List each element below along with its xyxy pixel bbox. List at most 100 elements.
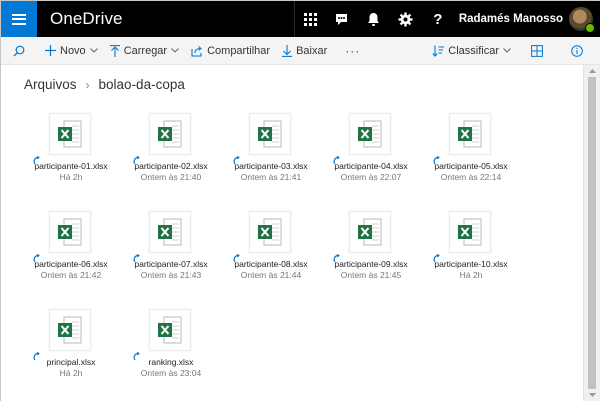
bell-icon [368,12,380,26]
file-name[interactable]: participante-10.xlsx [421,259,521,269]
top-header: OneDrive ? Radamés Manosso [1,1,600,37]
scroll-down-icon [588,393,596,397]
info-icon [571,44,583,57]
file-tile[interactable]: participante-06.xlsx Ontem às 21:42 [21,207,121,305]
search-icon [13,45,25,56]
more-button[interactable]: ··· [333,37,372,65]
file-grid: participante-01.xlsx Há 2h participante-02… [21,109,561,401]
upload-icon [109,44,120,57]
upload-label: Carregar [123,44,168,57]
file-name[interactable]: participante-07.xlsx [121,259,221,269]
file-modified: Ontem às 21:40 [140,172,202,182]
file-tile[interactable]: participante-05.xlsx Ontem às 22:14 [421,109,521,207]
excel-file-thumbnail [49,211,91,253]
file-name[interactable]: participante-02.xlsx [121,161,221,171]
file-modified: Ontem às 21:44 [240,270,302,280]
excel-file-thumbnail [149,211,191,253]
presence-badge [585,23,595,33]
sort-icon [432,45,445,57]
new-button[interactable]: Novo [39,37,104,65]
plus-icon [45,45,56,56]
command-bar: Novo Carregar Compartilhar Baixar ··· Cl… [1,37,600,65]
file-tile[interactable]: participante-02.xlsx Ontem às 21:40 [121,109,221,207]
info-button[interactable] [561,37,600,65]
settings-button[interactable] [390,1,422,37]
download-button[interactable]: Baixar [276,37,333,65]
scroll-down-arrow[interactable] [584,389,600,401]
user-name[interactable]: Radamés Manosso [459,13,563,25]
file-name[interactable]: participante-09.xlsx [321,259,421,269]
file-tile[interactable]: participante-09.xlsx Ontem às 21:45 [321,207,421,305]
file-modified: Ontem às 21:45 [340,270,402,280]
app-launcher-button[interactable] [1,1,37,37]
excel-file-thumbnail [49,113,91,155]
notifications-button[interactable] [358,1,390,37]
file-modified: Há 2h [59,172,83,182]
file-name[interactable]: participante-05.xlsx [421,161,521,171]
chevron-down-icon [89,48,98,53]
hamburger-icon [12,13,26,25]
excel-file-thumbnail [149,309,191,351]
excel-file-icon [158,218,182,246]
file-modified: Ontem às 23:04 [140,368,202,378]
excel-file-icon [458,218,482,246]
excel-file-icon [58,218,82,246]
excel-file-thumbnail [349,211,391,253]
gear-icon [398,12,413,26]
files-content: Arquivos › bolao-da-copa participante-01… [1,65,583,401]
file-tile[interactable]: participante-10.xlsx Há 2h [421,207,521,305]
app-title[interactable]: OneDrive [50,9,123,29]
share-icon [191,45,202,57]
breadcrumb-separator: › [85,77,90,92]
file-tile[interactable]: principal.xlsx Há 2h [21,305,121,401]
file-name[interactable]: ranking.xlsx [121,357,221,367]
sort-button[interactable]: Classificar [426,37,517,65]
share-label: Compartilhar [207,44,271,57]
file-name[interactable]: participante-01.xlsx [21,161,121,171]
excel-file-icon [158,120,182,148]
file-name[interactable]: participante-04.xlsx [321,161,421,171]
search-button[interactable] [1,37,39,65]
view-switch-button[interactable] [517,37,561,65]
download-label: Baixar [296,44,328,57]
excel-file-thumbnail [349,113,391,155]
app-launcher-grid-button[interactable] [293,1,326,37]
file-name[interactable]: participante-03.xlsx [221,161,321,171]
scrollbar[interactable] [583,65,600,401]
app-launcher-icon [303,12,317,26]
file-tile[interactable]: participante-01.xlsx Há 2h [21,109,121,207]
file-tile[interactable]: participante-04.xlsx Ontem às 22:07 [321,109,421,207]
excel-file-thumbnail [249,211,291,253]
scroll-up-arrow[interactable] [584,65,600,77]
help-button[interactable]: ? [422,1,454,37]
file-tile[interactable]: participante-03.xlsx Ontem às 21:41 [221,109,321,207]
file-modified: Há 2h [59,368,83,378]
chevron-down-icon [503,48,511,53]
upload-button[interactable]: Carregar [104,37,185,65]
excel-file-thumbnail [149,113,191,155]
file-name[interactable]: participante-06.xlsx [21,259,121,269]
file-modified: Há 2h [459,270,483,280]
excel-file-icon [458,120,482,148]
file-modified: Ontem às 21:43 [140,270,202,280]
excel-file-icon [258,218,282,246]
scroll-up-icon [588,69,596,73]
scrollbar-thumb[interactable] [588,77,596,389]
feedback-button[interactable] [326,1,358,37]
file-tile[interactable]: ranking.xlsx Ontem às 23:04 [121,305,221,401]
feedback-icon [336,13,348,25]
avatar[interactable] [569,7,595,33]
sort-label: Classificar [448,44,499,57]
new-label: Novo [60,44,86,57]
more-icon: ··· [345,43,361,58]
file-name[interactable]: principal.xlsx [21,357,121,367]
file-modified: Ontem às 22:07 [340,172,402,182]
file-name[interactable]: participante-08.xlsx [221,259,321,269]
share-button[interactable]: Compartilhar [185,37,276,65]
excel-file-thumbnail [49,309,91,351]
file-modified: Ontem às 22:14 [440,172,502,182]
breadcrumb-root[interactable]: Arquivos [24,77,77,92]
grid-view-icon [531,44,543,57]
file-tile[interactable]: participante-07.xlsx Ontem às 21:43 [121,207,221,305]
file-tile[interactable]: participante-08.xlsx Ontem às 21:44 [221,207,321,305]
